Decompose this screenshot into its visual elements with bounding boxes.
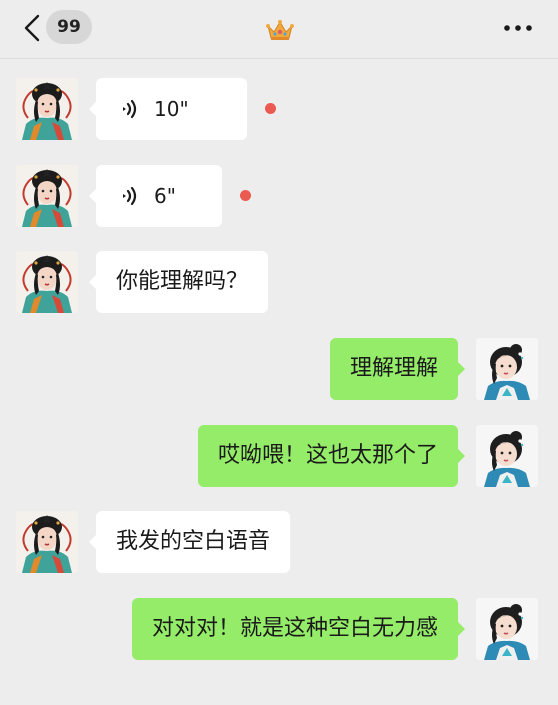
voice-wave-icon xyxy=(120,98,140,120)
unread-dot xyxy=(265,103,276,114)
contact-avatar[interactable] xyxy=(16,251,78,313)
text-message-bubble[interactable]: 理解理解 xyxy=(329,338,466,400)
contact-avatar[interactable] xyxy=(16,78,78,140)
more-dots-icon xyxy=(504,25,532,31)
contact-avatar[interactable] xyxy=(16,511,78,573)
voice-message-bubble[interactable]: 10" xyxy=(89,78,247,140)
text-message-bubble[interactable]: 哎呦喂！这也太那个了 xyxy=(197,425,466,487)
unread-dot xyxy=(240,190,251,201)
chevron-left-icon xyxy=(24,14,40,42)
my-avatar[interactable] xyxy=(476,338,538,400)
more-options-button[interactable] xyxy=(502,18,534,38)
text-message-bubble[interactable]: 对对对！就是这种空白无力感 xyxy=(131,598,466,660)
voice-wave-icon xyxy=(120,185,140,207)
voice-message-bubble[interactable]: 6" xyxy=(89,165,222,227)
back-button[interactable] xyxy=(20,13,44,43)
chat-header: 99 xyxy=(0,0,558,59)
my-avatar[interactable] xyxy=(476,425,538,487)
crown-icon xyxy=(266,18,294,42)
voice-duration: 6" xyxy=(154,184,176,208)
text-message-bubble[interactable]: 你能理解吗？ xyxy=(88,251,269,313)
contact-avatar[interactable] xyxy=(16,165,78,227)
text-message-bubble[interactable]: 我发的空白语音 xyxy=(88,511,291,573)
voice-duration: 10" xyxy=(154,97,189,121)
unread-count-badge[interactable]: 99 xyxy=(46,10,92,44)
my-avatar[interactable] xyxy=(476,598,538,660)
